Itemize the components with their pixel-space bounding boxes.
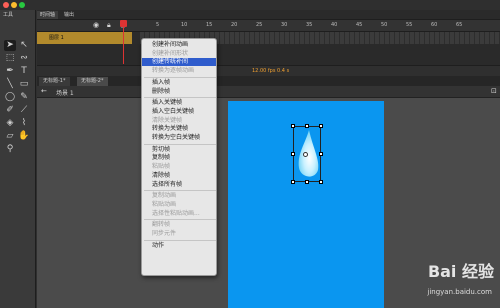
eyedropper-icon[interactable]: ⌇ [18,118,30,129]
transform-handle[interactable] [305,180,309,184]
menu-item[interactable]: 创建补间动画 [142,41,216,49]
document-tab-bar: 无标题-1* 无标题-2* [37,76,500,86]
hand-tool-icon[interactable]: ✋ [18,131,30,142]
transform-handle[interactable] [291,152,295,156]
toolbox-title: 工具 [3,12,14,18]
menu-item[interactable]: 插入帧 [142,79,216,87]
tab-output[interactable]: 输出 [61,11,77,19]
pencil-tool-icon[interactable]: ✎ [18,92,30,103]
frame-ruler[interactable]: 5 10 15 20 25 30 35 40 45 50 55 60 65 [140,20,500,32]
toolbox-panel: 工具 ➤ ↖ ⬚ ∾ ✒ T ╲ ▭ ◯ ✎ ✐ ⟋ ◈ ⌇ ▱ ✋ ⚲ [0,10,36,308]
menu-item[interactable]: 转换为关键帧 [142,125,216,133]
frame-number: 20 [231,22,238,28]
menu-item[interactable]: 清除帧 [142,172,216,180]
center-stage-icon[interactable]: ⊡ [491,87,497,95]
transform-handle[interactable] [319,124,323,128]
lock-icon[interactable]: 🔒︎ [107,21,111,30]
line-tool-icon[interactable]: ╲ [4,79,16,90]
frame-number: 30 [281,22,288,28]
eraser-icon[interactable]: ▱ [4,131,16,142]
zoom-tool-icon[interactable]: ⚲ [4,144,16,155]
eye-icon[interactable]: ◉ [93,21,99,29]
subselection-tool-icon[interactable]: ↖ [18,40,30,51]
menu-separator [144,239,216,241]
menu-item[interactable]: 剪切帧 [142,146,216,154]
frame-number: 10 [181,22,188,28]
transform-handle[interactable] [319,180,323,184]
menu-item[interactable]: 复制帧 [142,154,216,162]
frame-number: 5 [156,22,160,28]
edit-bar: ← ⊡ [37,86,500,98]
frame-number: 65 [456,22,463,28]
menu-item: 选择性粘贴动画... [152,209,200,217]
menu-item[interactable]: 删除帧 [142,88,216,96]
menu-item: 粘贴帧 [152,163,171,171]
menu-item: 清除关键帧 [152,116,183,124]
pen-tool-icon[interactable]: ✒ [4,66,16,77]
menu-item[interactable]: 动作 [142,242,216,250]
tab-timeline[interactable]: 时间轴 [37,11,59,19]
doc-tab-1[interactable]: 无标题-1* [39,77,70,86]
menu-separator [144,143,216,145]
menu-item[interactable]: 选择所有帧 [142,181,216,189]
frame-number: 45 [356,22,363,28]
frame-number: 60 [431,22,438,28]
lasso-tool-icon[interactable]: ∾ [18,53,30,64]
baidu-watermark: Bai 经验 [427,262,494,281]
frame-number: 25 [256,22,263,28]
timeline-empty-area [37,44,500,66]
frame-number: 40 [331,22,338,28]
close-window-button[interactable] [3,2,9,8]
transform-handle[interactable] [291,180,295,184]
menu-item[interactable]: 创建传统补间 [142,58,216,67]
menu-item[interactable]: 插入关键帧 [142,99,216,107]
menu-item: 复制动画 [152,192,177,200]
frame-number: 50 [381,22,388,28]
scene-label: 场景 1 [56,90,74,97]
menu-separator [144,76,216,78]
menu-item: 转换为逐帧动画 [152,67,195,75]
minimize-window-button[interactable] [11,2,17,8]
menu-item: 翻转帧 [152,221,171,229]
playhead[interactable] [120,20,127,27]
zoom-window-button[interactable] [19,2,25,8]
transform-center-point[interactable] [303,152,308,157]
text-tool-icon[interactable]: T [18,66,30,77]
timeline-readout: 12.00 fps 0.4 s [252,68,290,74]
frame-number: 55 [406,22,413,28]
brush-tool-icon[interactable]: ✐ [4,105,16,116]
paint-bucket-icon[interactable]: ◈ [4,118,16,129]
selection-tool-icon[interactable]: ➤ [4,40,16,51]
oval-tool-icon[interactable]: ◯ [4,92,16,103]
panel-tab-bar: 时间轴 输出 [37,10,500,20]
layer-name[interactable]: 图层 1 [37,32,132,44]
menu-item: 创建补间形状 [152,49,189,57]
free-transform-tool-icon[interactable]: ⬚ [4,53,16,64]
watermark-url: jingyan.baidu.com [427,288,492,296]
frame-context-menu: 创建补间动画 创建补间形状 创建传统补间 转换为逐帧动画插入帧 删除帧插入关键帧 插入空白… [141,38,217,276]
bone-tool-icon[interactable]: ⟋ [18,105,30,116]
frame-number: 15 [206,22,213,28]
back-arrow-icon[interactable]: ← [41,87,47,95]
transform-handle[interactable] [305,124,309,128]
menu-item[interactable]: 转换为空白关键帧 [142,134,216,142]
rectangle-tool-icon[interactable]: ▭ [18,79,30,90]
doc-tab-2[interactable]: 无标题-2* [77,77,108,86]
frame-number: 35 [306,22,313,28]
menu-item[interactable]: 插入空白关键帧 [142,108,216,116]
transform-handle[interactable] [319,152,323,156]
transform-handle[interactable] [291,124,295,128]
menu-item: 粘贴动画 [152,200,177,208]
menu-item: 同步元件 [152,230,177,237]
